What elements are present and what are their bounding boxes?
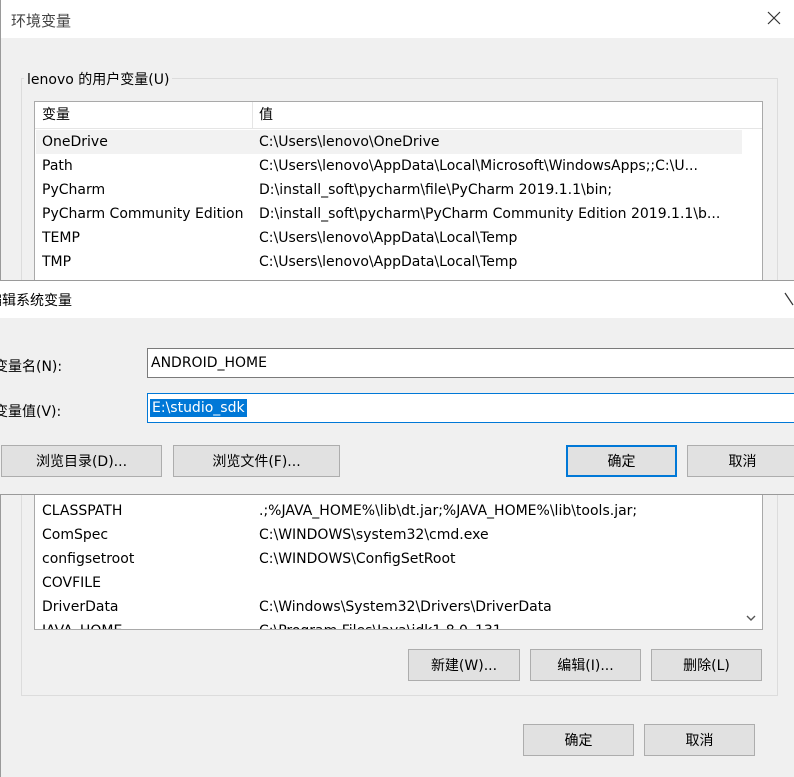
variable-value-cell: C:\WINDOWS\ConfigSetRoot [259,551,456,567]
variable-value-cell: C:\Users\lenovo\AppData\Local\Microsoft\… [259,158,698,174]
close-icon[interactable] [783,291,794,307]
variable-value-selection: E:\studio_sdk [150,399,247,417]
table-row[interactable]: CLASSPATH .;%JAVA_HOME%\lib\dt.jar;%JAVA_… [36,499,742,523]
variable-value-cell: C:\Windows\System32\Drivers\DriverData [259,599,552,615]
variable-name-value: ANDROID_HOME [151,355,267,371]
system-variables-list[interactable]: CLASSPATH .;%JAVA_HOME%\lib\dt.jar;%JAVA_… [34,480,763,630]
variable-name-cell: ComSpec [42,527,109,543]
table-row[interactable]: ComSpec C:\WINDOWS\system32\cmd.exe [36,523,742,547]
column-header-name[interactable]: 变量 [42,103,70,127]
table-row[interactable]: OneDrive C:\Users\lenovo\OneDrive [36,130,742,154]
browse-directory-button[interactable]: 浏览目录(D)... [1,445,162,477]
variable-value-cell: D:\install_soft\pycharm\PyCharm Communit… [259,206,721,222]
env-cancel-button[interactable]: 取消 [644,724,755,756]
window-title: 环境变量 [11,12,72,30]
variable-value-cell: D:\install_soft\pycharm\file\PyCharm 201… [259,182,613,198]
dialog-title-bar: 编辑系统变量 [0,281,794,318]
variable-name-cell: DriverData [42,599,119,615]
table-row[interactable]: TMP C:\Users\lenovo\AppData\Local\Temp [36,250,742,274]
variable-name-input[interactable]: ANDROID_HOME [147,348,794,378]
table-row[interactable]: JAVA_HOME C:\Program Files\Java\jdk1.8.0_… [36,619,742,629]
variable-name-cell: JAVA_HOME [42,619,252,629]
table-row[interactable]: PyCharm Community Edition D:\install_soft… [36,202,742,226]
column-divider[interactable] [252,102,253,128]
column-header-value[interactable]: 值 [259,103,273,127]
dialog-cancel-button[interactable]: 取消 [687,445,794,477]
variable-value-cell: C:\Program Files\Java\jdk1.8.0_131 [259,619,739,629]
dialog-title: 编辑系统变量 [0,293,72,309]
variable-name-cell: PyCharm [42,182,106,198]
variable-value-cell: C:\Users\lenovo\AppData\Local\Temp [259,230,518,246]
variable-name-cell: OneDrive [42,134,108,150]
user-variables-list[interactable]: 变量 值 OneDrive C:\Users\lenovo\OneDrive Pat… [34,101,763,291]
list-header: 变量 值 [35,102,762,129]
title-bar: 环境变量 [1,0,794,38]
variable-name-cell: configsetroot [42,551,135,567]
user-variables-label: lenovo 的用户变量(U) [24,69,173,89]
edit-system-variable-dialog: 编辑系统变量 变量名(N): ANDROID_HOME 变量值(V): E:\s… [0,280,794,495]
close-icon[interactable] [764,8,784,28]
variable-name-label: 变量名(N): [0,359,63,375]
variable-value-cell: .;%JAVA_HOME%\lib\dt.jar;%JAVA_HOME%\lib… [259,503,638,519]
variable-name-cell: CLASSPATH [42,503,123,519]
browse-file-button[interactable]: 浏览文件(F)... [173,445,340,477]
variable-value-cell: C:\WINDOWS\system32\cmd.exe [259,527,489,543]
table-row[interactable]: PyCharm D:\install_soft\pycharm\file\PyCh… [36,178,742,202]
env-ok-button[interactable]: 确定 [523,724,634,756]
variable-name-cell: TMP [42,254,72,270]
dialog-ok-button[interactable]: 确定 [566,445,677,477]
table-row[interactable]: Path C:\Users\lenovo\AppData\Local\Micros… [36,154,742,178]
delete-variable-button[interactable]: 删除(L) [651,649,762,681]
variable-value-label: 变量值(V): [0,404,62,420]
variable-value-input[interactable]: E:\studio_sdk [147,393,794,423]
new-variable-button[interactable]: 新建(W)... [408,649,520,681]
variable-name-cell: COVFILE [42,575,101,591]
variable-value-cell: C:\Users\lenovo\AppData\Local\Temp [259,254,518,270]
table-row[interactable]: COVFILE [36,571,742,595]
variable-name-cell: TEMP [42,230,80,246]
table-row[interactable]: TEMP C:\Users\lenovo\AppData\Local\Temp [36,226,742,250]
variable-value-cell: C:\Users\lenovo\OneDrive [259,134,440,150]
table-row[interactable]: configsetroot C:\WINDOWS\ConfigSetRoot [36,547,742,571]
table-row[interactable]: DriverData C:\Windows\System32\Drivers\Dr… [36,595,742,619]
edit-variable-button[interactable]: 编辑(I)... [530,649,641,681]
variable-name-cell: PyCharm Community Edition [42,206,244,222]
variable-name-cell: Path [42,158,73,174]
scroll-down-icon[interactable] [742,609,760,627]
